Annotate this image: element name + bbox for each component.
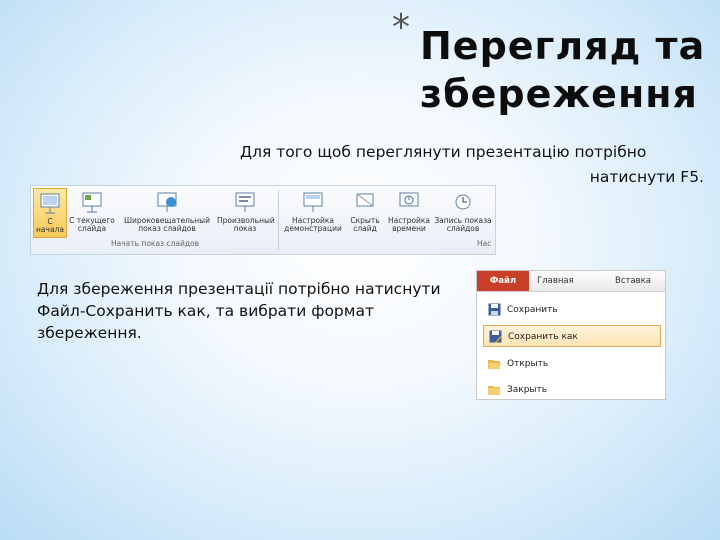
menu-item-label: Сохранить как [508,332,578,342]
slideshow-current-icon [81,190,103,214]
tab-file[interactable]: Файл [477,271,529,291]
ribbon-custom-show-button[interactable]: Произвольный показ [217,188,275,238]
ribbon-group-label: Начать показ слайдов [111,239,200,248]
folder-close-icon [488,383,501,396]
ribbon-button-label: Запись показа слайдов [434,216,492,233]
folder-open-icon [488,357,501,370]
menu-item-close[interactable]: Закрыть [483,379,661,399]
ribbon-hide-slide-button[interactable]: Скрыть слайд [345,188,385,238]
ribbon-button-label: Скрыть слайд [350,216,380,233]
ribbon-button-label: С текущего слайда [69,216,115,233]
tab-home[interactable]: Главная [537,271,574,291]
menu-item-label: Сохранить [507,305,558,315]
ribbon-button-label: Настройка времени [387,216,431,233]
ribbon-rehearse-timings-button[interactable]: Настройка времени [387,188,431,238]
ribbon-from-beginning-button[interactable]: С начала [33,188,67,238]
ribbon-separator [278,190,279,250]
custom-show-icon [234,190,256,214]
slideshow-start-icon [39,191,61,215]
ribbon-button-label: Произвольный показ [217,216,275,233]
menu-item-open[interactable]: Открыть [483,353,661,375]
instruction-preview: Для того щоб переглянути презентацію пот… [240,140,708,190]
floppy-disk-icon [488,303,501,316]
broadcast-icon [156,190,178,214]
menu-item-save-as[interactable]: Сохранить как [483,325,661,347]
menu-item-label: Закрыть [507,385,548,395]
ribbon-record-show-button[interactable]: Запись показа слайдов [433,188,493,238]
ribbon-broadcast-button[interactable]: Широковещательный показ слайдов [119,188,215,238]
ribbon-button-label: С начала [36,217,64,234]
ribbon-group-label-2: Нас [477,239,492,248]
instruction-save: Для збереження презентації потрібно нати… [37,280,441,342]
slideshow-ribbon-screenshot: С начала С текущего слайда Широковещател… [30,185,496,255]
file-menu-screenshot: Файл Главная Вставка Сохранить Сохранить… [476,270,666,400]
menu-item-save[interactable]: Сохранить [483,299,661,321]
instruction-preview-line1: Для того щоб переглянути презентацію пот… [240,143,647,161]
rehearse-timings-icon [398,190,420,214]
ribbon-from-current-button[interactable]: С текущего слайда [69,188,115,238]
tab-insert[interactable]: Вставка [615,271,651,291]
save-as-icon [489,330,502,343]
title-bullet: * [392,7,410,48]
menu-item-label: Открыть [507,359,549,369]
hide-slide-icon [354,190,376,214]
page-title: Перегляд та збереження [420,24,706,116]
ribbon-button-label: Настройка демонстрации [284,216,342,233]
ribbon-tab-bar: Файл Главная Вставка [477,271,665,292]
ribbon-setup-show-button[interactable]: Настройка демонстрации [283,188,343,238]
ribbon-button-label: Широковещательный показ слайдов [124,216,210,233]
record-show-icon [452,190,474,214]
setup-show-icon [302,190,324,214]
